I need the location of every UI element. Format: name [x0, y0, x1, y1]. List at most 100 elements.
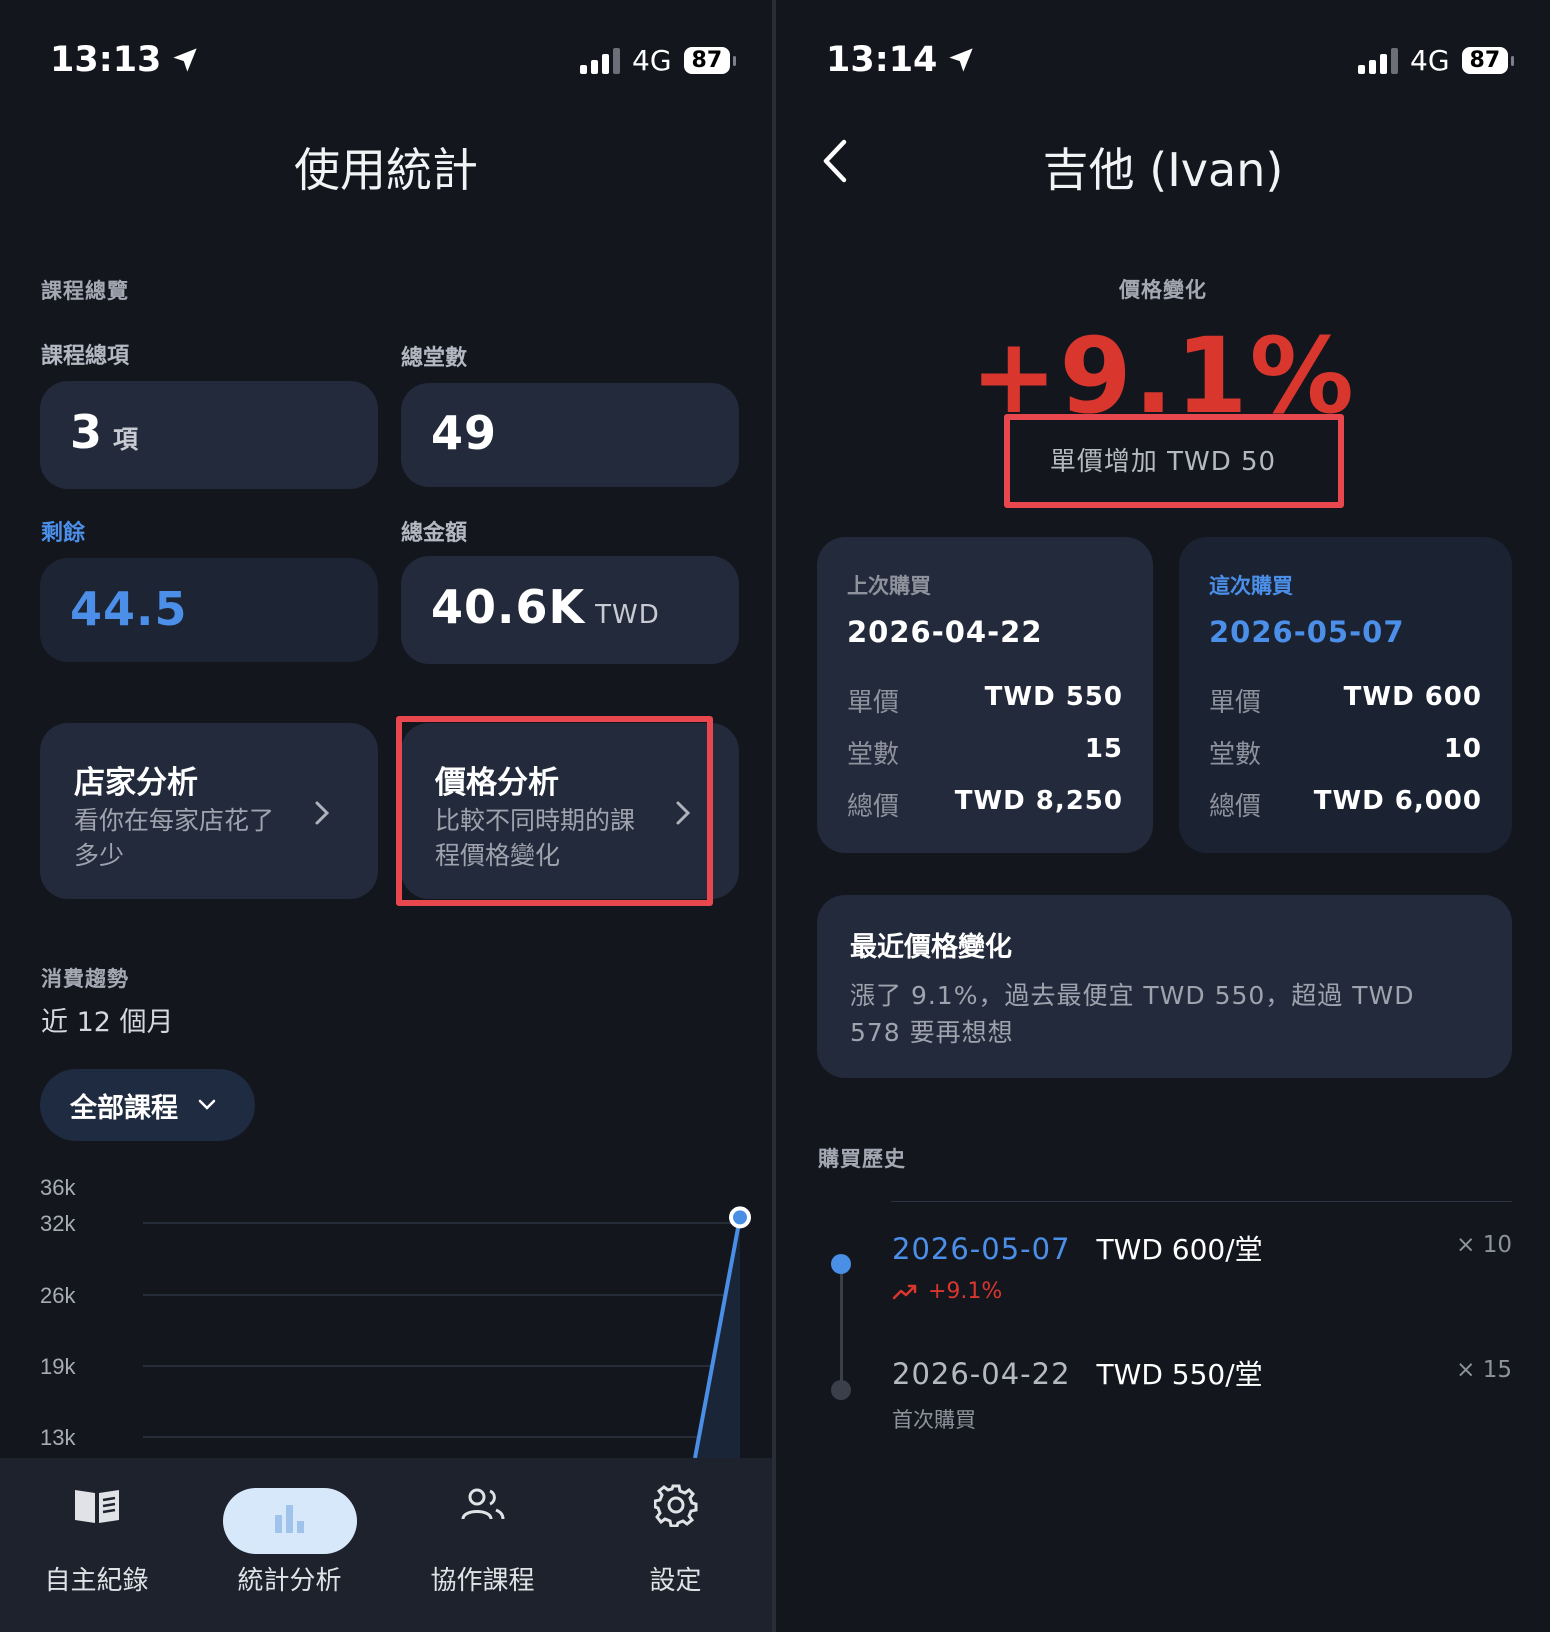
total-amount-card: 40.6K TWD — [401, 556, 739, 664]
timeline-dot-previous — [831, 1380, 851, 1400]
history-item-price: TWD 550/堂 — [1096, 1358, 1263, 1391]
book-icon — [74, 1490, 119, 1523]
overview-section-label: 課程總覽 — [41, 279, 129, 303]
last-purchase-card: 上次購買 2026-04-22 單價 TWD 550 堂數 15 總價 TWD … — [817, 537, 1153, 853]
history-item-note: 首次購買 — [892, 1408, 976, 1432]
tab-settings-label: 設定 — [649, 1566, 702, 1596]
status-time-text: 13:14 — [826, 40, 938, 80]
total-items-card: 3 項 — [40, 381, 378, 489]
people-icon — [461, 1488, 504, 1520]
y-tick-label: 26k — [40, 1283, 76, 1308]
chevron-right-icon — [315, 801, 330, 825]
last-sessions-key: 堂數 — [847, 740, 900, 770]
remaining-label: 剩餘 — [41, 521, 86, 546]
location-arrow-icon — [949, 48, 974, 72]
gear-icon — [653, 1484, 697, 1527]
network-label: 4G — [632, 44, 672, 77]
back-button[interactable] — [820, 138, 850, 184]
tab-settings[interactable]: 設定 — [579, 1458, 772, 1632]
status-time-text: 13:13 — [50, 40, 162, 80]
spending-trend-chart: 36k 32k 26k 19k 13k — [0, 1150, 772, 1459]
history-divider — [891, 1201, 1512, 1202]
battery-icon: 87 — [1461, 47, 1514, 74]
history-item-date: 2026-04-22 — [892, 1357, 1071, 1391]
last-unit-price-key: 單價 — [847, 688, 900, 718]
status-bar-right: 4G 87 — [580, 44, 736, 77]
data-point-latest[interactable] — [729, 1206, 751, 1229]
y-tick-label: 32k — [40, 1211, 76, 1236]
this-total-key: 總價 — [1209, 792, 1262, 822]
tab-statistics[interactable]: 統計分析 — [193, 1458, 386, 1632]
trend-section-label: 消費趨勢 — [41, 967, 129, 991]
this-unit-price-value: TWD 600 — [1343, 682, 1482, 712]
history-item-date: 2026-05-07 — [892, 1232, 1071, 1266]
total-items-label: 課程總項 — [41, 344, 130, 369]
total-sessions-card: 49 — [401, 383, 739, 487]
status-bar-time: 13:14 — [826, 40, 975, 80]
this-sessions-key: 堂數 — [1209, 740, 1262, 770]
status-bar-time: 13:13 — [50, 40, 199, 80]
spending-trend-chart-svg: 36k 32k 26k 19k 13k — [40, 1175, 751, 1459]
chevron-down-icon — [198, 1099, 216, 1110]
page-title: 吉他 (Ivan) — [1042, 143, 1284, 197]
store-analysis-subtitle: 看你在每家店花了 多少 — [74, 803, 274, 873]
last-purchase-date: 2026-04-22 — [847, 615, 1043, 649]
total-sessions-value: 49 — [431, 406, 498, 460]
location-arrow-icon — [173, 48, 198, 72]
course-filter-dropdown[interactable]: 全部課程 — [40, 1069, 255, 1141]
total-amount-value: 40.6K — [431, 580, 586, 634]
this-sessions-value: 10 — [1443, 734, 1482, 764]
tab-self-records[interactable]: 自主紀錄 — [0, 1458, 193, 1632]
status-bar-right: 4G 87 — [1358, 44, 1514, 77]
trend-period: 近 12 個月 — [41, 1007, 174, 1038]
bottom-tab-bar: 自主紀錄 統計分析 協作課程 設定 — [0, 1458, 772, 1632]
signal-icon — [580, 47, 620, 74]
history-item[interactable]: 2026-05-07 TWD 600/堂 — [892, 1228, 1263, 1268]
price-change-label: 價格變化 — [1119, 278, 1207, 302]
left-screen: 13:13 4G 87 使用統計 課程總覽 課程總項 總堂數 3 項 49 剩餘… — [0, 0, 772, 1632]
timeline-dot-current — [831, 1254, 851, 1274]
history-item-price: TWD 600/堂 — [1096, 1233, 1263, 1266]
history-item-qty: × 10 — [1456, 1232, 1512, 1258]
bar-chart-icon — [274, 1505, 304, 1533]
total-sessions-label: 總堂數 — [401, 346, 468, 371]
total-amount-label: 總金額 — [401, 521, 468, 546]
history-section-label: 購買歷史 — [818, 1147, 906, 1171]
total-items-value: 3 — [70, 405, 104, 459]
recent-change-title: 最近價格變化 — [850, 932, 1012, 963]
tab-self-records-label: 自主紀錄 — [44, 1566, 149, 1596]
signal-icon — [1358, 47, 1398, 74]
network-label: 4G — [1410, 44, 1450, 77]
trending-up-icon — [892, 1284, 917, 1299]
store-analysis-card[interactable]: 店家分析 看你在每家店花了 多少 — [40, 723, 378, 899]
tab-collab-courses-label: 協作課程 — [430, 1566, 535, 1596]
tab-collab-courses[interactable]: 協作課程 — [386, 1458, 579, 1632]
history-item-qty: × 15 — [1456, 1357, 1512, 1383]
this-purchase-date: 2026-05-07 — [1209, 615, 1405, 649]
this-unit-price-key: 單價 — [1209, 688, 1262, 718]
last-sessions-value: 15 — [1084, 734, 1123, 764]
timeline-line — [840, 1264, 843, 1390]
last-total-key: 總價 — [847, 792, 900, 822]
last-total-value: TWD 8,250 — [954, 786, 1123, 816]
y-tick-label: 36k — [40, 1175, 76, 1200]
store-analysis-subtitle-line1: 看你在每家店花了 — [74, 806, 275, 835]
remaining-card: 44.5 — [40, 558, 378, 662]
price-analysis-highlight-box — [396, 716, 713, 906]
this-purchase-card: 這次購買 2026-05-07 單價 TWD 600 堂數 10 總價 TWD … — [1179, 537, 1512, 853]
recent-change-text: 漲了 9.1%，過去最便宜 TWD 550，超過 TWD 578 要再想想 — [850, 977, 1415, 1051]
history-item-change: +9.1% — [892, 1279, 1002, 1304]
page-title: 使用統計 — [294, 143, 478, 197]
last-unit-price-value: TWD 550 — [984, 682, 1123, 712]
tab-statistics-label: 統計分析 — [237, 1566, 342, 1596]
unit-price-highlight-box — [1004, 414, 1344, 508]
battery-icon: 87 — [683, 47, 736, 74]
y-tick-label: 19k — [40, 1354, 76, 1379]
course-filter-label: 全部課程 — [70, 1092, 178, 1124]
store-analysis-subtitle-line2: 多少 — [74, 841, 125, 870]
history-item-change-value: +9.1% — [928, 1279, 1003, 1304]
this-purchase-label: 這次購買 — [1209, 574, 1293, 598]
last-purchase-label: 上次購買 — [847, 574, 931, 598]
recent-change-text-line2: 578 要再想想 — [850, 1018, 1014, 1047]
history-item[interactable]: 2026-04-22 TWD 550/堂 — [892, 1353, 1263, 1393]
